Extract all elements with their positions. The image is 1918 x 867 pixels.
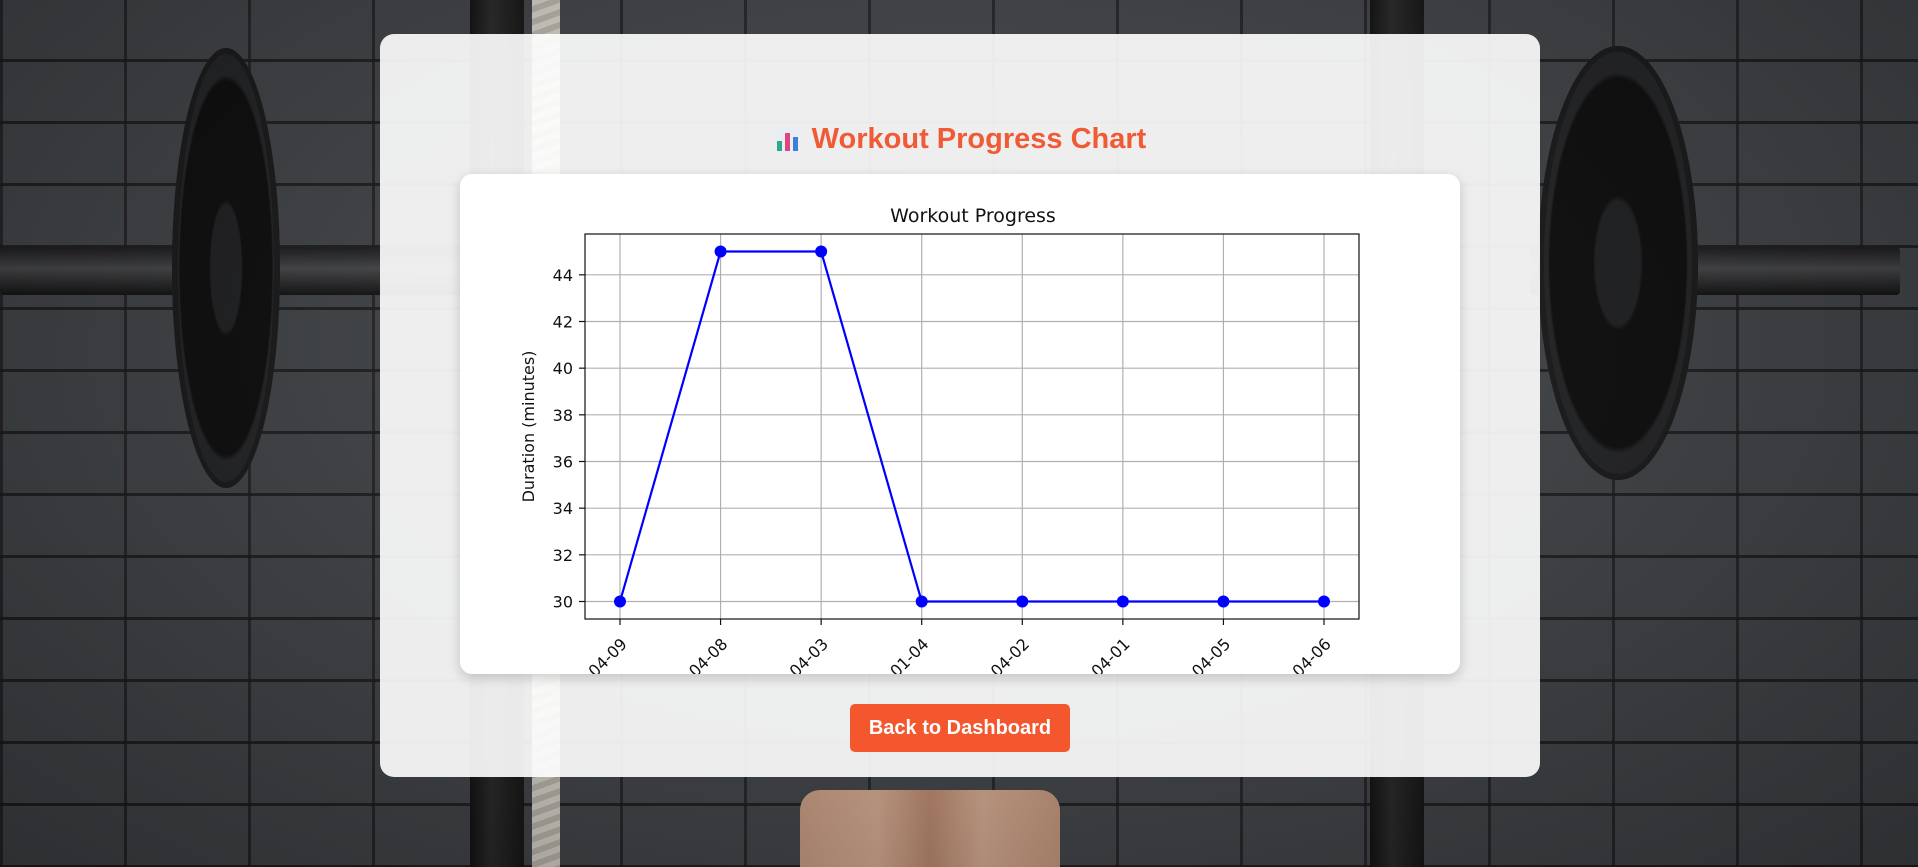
data-point [714, 245, 727, 258]
y-tick-label: 32 [553, 546, 573, 565]
data-point [1116, 595, 1129, 608]
x-tick-label: 04-06 [1289, 634, 1335, 674]
y-tick-label: 30 [553, 593, 573, 612]
plot-frame [584, 233, 1360, 620]
chart-panel: Workout Progress 30 32 34 36 38 40 42 44 04-09 0… [460, 174, 1460, 674]
data-point [1217, 595, 1230, 608]
chart-title: Workout Progress [890, 205, 1056, 227]
data-point [815, 245, 828, 258]
y-tick-label: 40 [553, 359, 573, 378]
x-tick-label: 01-04 [886, 634, 932, 674]
page-title: Workout Progress Chart [380, 122, 1540, 156]
y-tick-label: 36 [553, 453, 573, 472]
data-point [915, 595, 928, 608]
y-axis-label: Duration (minutes) [519, 351, 538, 503]
x-tick-label: 04-08 [685, 634, 731, 674]
x-tick-label: 04-03 [786, 634, 832, 674]
page-title-text: Workout Progress Chart [811, 123, 1147, 155]
y-tick-label: 42 [553, 313, 573, 332]
back-to-dashboard-button[interactable]: Back to Dashboard [850, 704, 1070, 752]
y-tick-label: 44 [553, 266, 573, 285]
series-line [618, 250, 1324, 603]
data-point [1318, 595, 1330, 608]
y-tick-label: 38 [553, 406, 573, 425]
x-tick-label: 04-09 [585, 634, 631, 674]
data-point [1016, 595, 1029, 608]
workout-progress-chart: Workout Progress 30 32 34 36 38 40 42 44 04-09 0… [519, 205, 1360, 674]
bar-chart-icon [773, 126, 802, 154]
x-tick-label: 04-05 [1188, 634, 1234, 674]
x-tick-label: 04-02 [987, 634, 1033, 674]
data-point [614, 595, 626, 608]
x-tick-label: 04-01 [1087, 634, 1133, 674]
y-tick-label: 34 [553, 499, 573, 518]
